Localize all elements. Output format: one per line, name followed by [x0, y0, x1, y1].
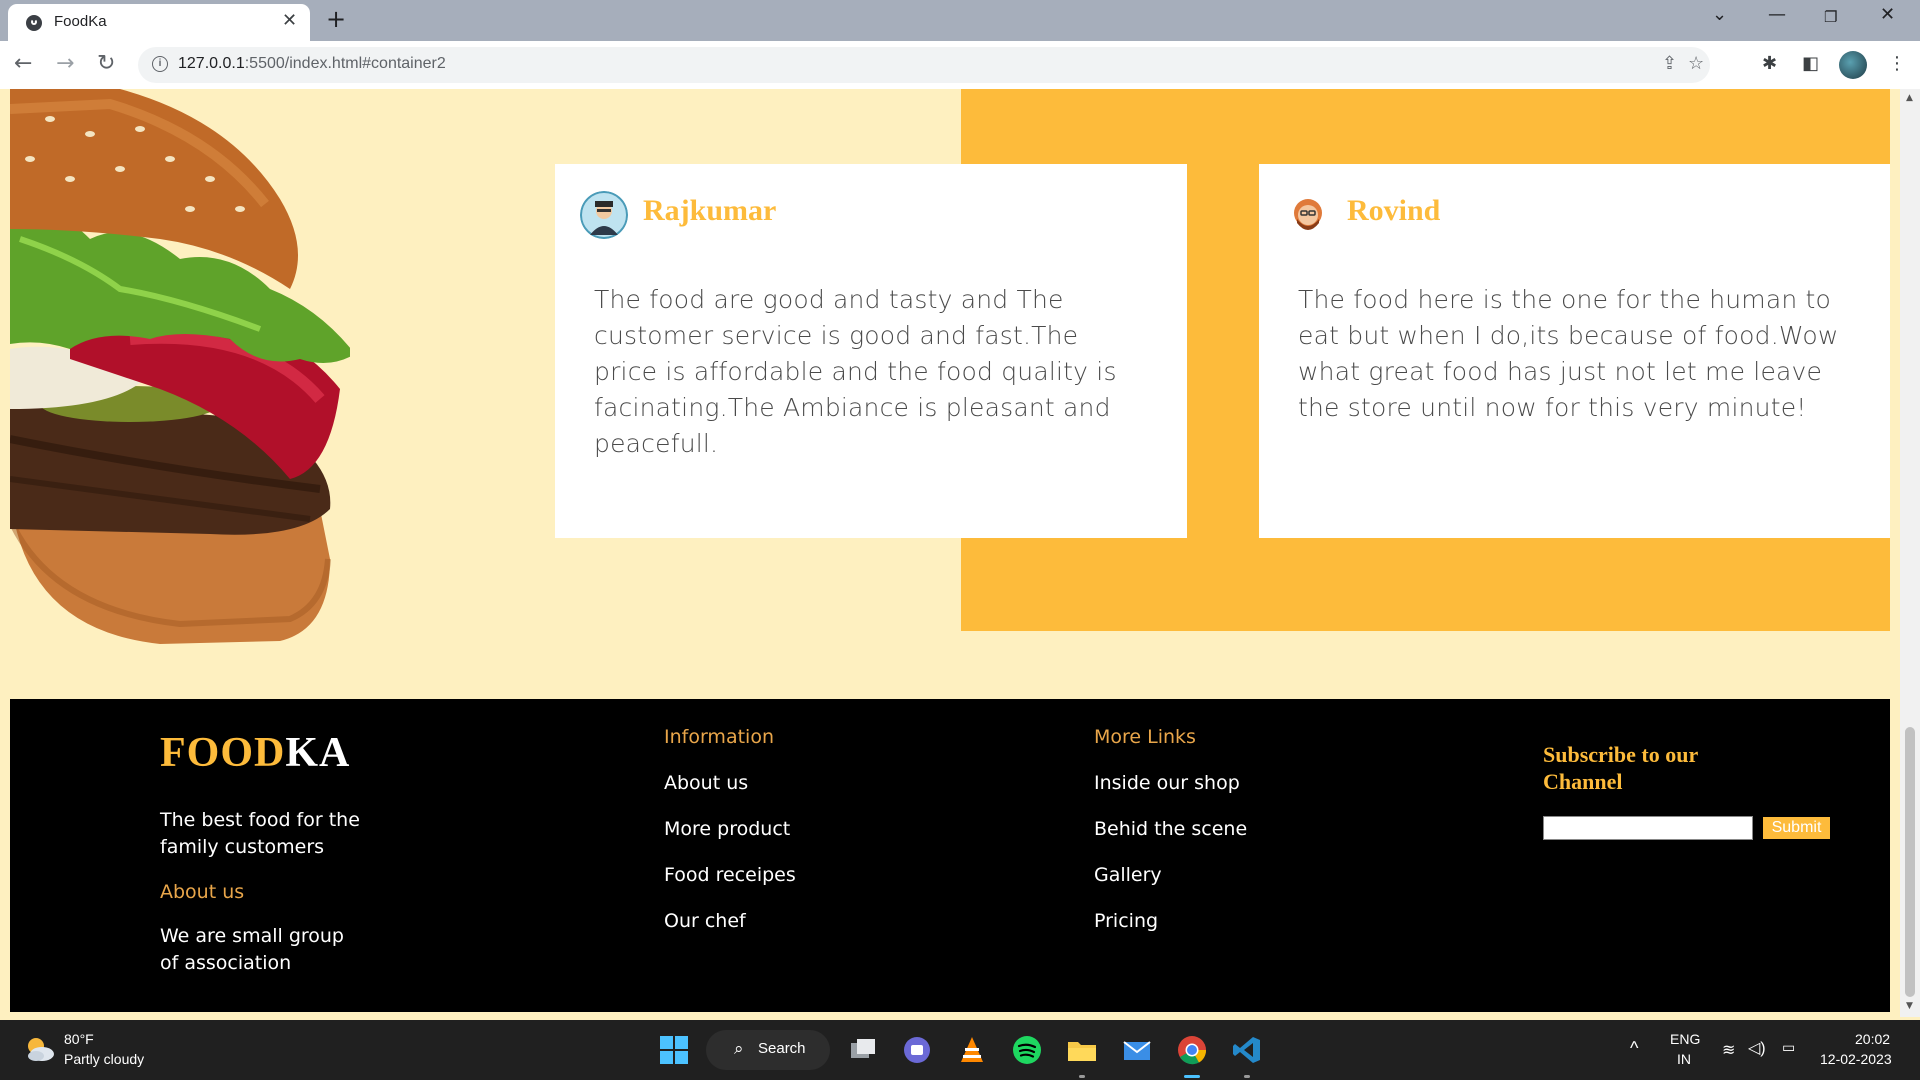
mail-icon[interactable] — [1121, 1034, 1153, 1066]
brand-part-food: FOOD — [160, 730, 286, 776]
task-view-icon[interactable] — [847, 1034, 879, 1066]
chrome-icon[interactable] — [1176, 1034, 1208, 1066]
review-text: The food here is the one for the human t… — [1298, 285, 1839, 422]
footer-link-gallery[interactable]: Gallery — [1094, 864, 1162, 886]
address-bar[interactable]: i 127.0.0.1:5500/index.html#container2 ⇪… — [138, 47, 1710, 83]
share-icon[interactable]: ⇪ — [1662, 53, 1677, 74]
language-code[interactable]: ENG — [1670, 1031, 1700, 1047]
scroll-thumb[interactable] — [1905, 727, 1915, 997]
restore-button[interactable]: ❐ — [1824, 8, 1837, 26]
extensions-puzzle-icon[interactable]: ✱ — [1762, 53, 1777, 74]
wifi-icon[interactable]: ≋ — [1722, 1040, 1735, 1060]
brand-part-ka: KA — [285, 730, 351, 776]
reload-icon[interactable]: ↻ — [97, 51, 115, 76]
back-arrow-icon[interactable]: ← — [14, 51, 32, 76]
file-explorer-icon[interactable] — [1066, 1034, 1098, 1066]
url-path: :5500/index.html#container2 — [244, 55, 446, 72]
footer-more-heading: More Links — [1094, 726, 1196, 748]
language-region[interactable]: IN — [1677, 1051, 1691, 1067]
close-tab-icon[interactable]: ✕ — [282, 10, 297, 31]
chrome-active-indicator — [1184, 1075, 1200, 1078]
subscribe-submit-button[interactable]: Submit — [1763, 817, 1830, 839]
avatar — [580, 191, 628, 239]
tab-title: FoodKa — [54, 13, 107, 30]
browser-toolbar: ← → ↻ i 127.0.0.1:5500/index.html#contai… — [0, 41, 1920, 90]
site-favicon-icon — [26, 15, 42, 31]
battery-icon[interactable]: ▭ — [1782, 1039, 1795, 1056]
vscode-running-indicator — [1244, 1075, 1250, 1078]
site-info-icon[interactable]: i — [152, 56, 168, 72]
new-tab-button[interactable]: + — [326, 5, 346, 33]
windows-start-icon[interactable] — [660, 1036, 688, 1064]
footer-link-our-chef[interactable]: Our chef — [664, 910, 746, 932]
weather-temperature[interactable]: 80°F — [64, 1031, 94, 1047]
clock-time[interactable]: 20:02 — [1855, 1031, 1890, 1047]
minimize-button[interactable]: — — [1768, 4, 1786, 25]
scroll-up-icon[interactable]: ▲ — [1906, 93, 1913, 103]
search-icon: ⌕ — [734, 1039, 744, 1059]
browser-tab-strip: FoodKa ✕ + ⌄ — ❐ ✕ — [0, 0, 1920, 41]
site-footer: FOODKA The best food for the family cust… — [10, 699, 1890, 1012]
footer-info-heading: Information — [664, 726, 774, 748]
burger-image — [10, 89, 350, 644]
review-text: The food are good and tasty and The cust… — [594, 285, 1117, 458]
page-scrollbar[interactable]: ▲ ▼ — [1900, 89, 1920, 1017]
subscribe-title: Subscribe to our Channel — [1543, 742, 1698, 794]
tray-overflow-chevron-icon[interactable]: ^ — [1630, 1038, 1638, 1059]
explorer-running-indicator — [1079, 1075, 1085, 1078]
footer-about-heading: About us — [160, 881, 245, 903]
bookmark-star-icon[interactable]: ☆ — [1688, 53, 1704, 74]
clock-date[interactable]: 12-02-2023 — [1820, 1051, 1892, 1067]
browser-tab[interactable]: FoodKa ✕ — [8, 4, 310, 41]
footer-link-pricing[interactable]: Pricing — [1094, 910, 1158, 932]
weather-partly-cloudy-icon[interactable] — [22, 1032, 56, 1066]
footer-tagline: The best food for the family customers — [160, 809, 360, 858]
footer-link-about-us[interactable]: About us — [664, 772, 748, 794]
close-window-button[interactable]: ✕ — [1880, 4, 1895, 25]
teams-chat-icon[interactable] — [901, 1034, 933, 1066]
spotify-icon[interactable] — [1011, 1034, 1043, 1066]
avatar — [1285, 192, 1331, 238]
reviewer-name: Rovind — [1347, 194, 1441, 227]
page-viewport: Rajkumar The food are good and tasty and… — [0, 89, 1900, 1017]
footer-link-inside-shop[interactable]: Inside our shop — [1094, 772, 1240, 794]
side-panel-icon[interactable]: ◧ — [1802, 53, 1819, 74]
scroll-down-icon[interactable]: ▼ — [1906, 1001, 1913, 1011]
subscribe-email-input[interactable] — [1543, 816, 1753, 840]
profile-avatar[interactable] — [1839, 51, 1867, 79]
forward-arrow-icon[interactable]: → — [56, 51, 74, 76]
footer-about-text: We are small group of association — [160, 925, 344, 974]
testimonial-card: Rajkumar The food are good and tasty and… — [555, 164, 1187, 538]
windows-taskbar: 80°F Partly cloudy ⌕ Search ^ ENG IN ≋ ◁… — [0, 1020, 1920, 1080]
taskbar-search[interactable]: ⌕ Search — [706, 1030, 830, 1070]
footer-link-more-product[interactable]: More product — [664, 818, 790, 840]
url-host: 127.0.0.1 — [178, 55, 245, 72]
testimonial-card: Rovind The food here is the one for the … — [1259, 164, 1890, 538]
search-label: Search — [758, 1040, 806, 1057]
tab-search-chevron-icon[interactable]: ⌄ — [1712, 4, 1727, 25]
url-text[interactable]: 127.0.0.1:5500/index.html#container2 — [178, 55, 446, 73]
footer-link-food-receipes[interactable]: Food receipes — [664, 864, 796, 886]
footer-brand-logo[interactable]: FOODKA — [160, 729, 350, 777]
reviewer-name: Rajkumar — [643, 194, 777, 227]
weather-condition[interactable]: Partly cloudy — [64, 1051, 144, 1067]
footer-link-behind-scene[interactable]: Behid the scene — [1094, 818, 1247, 840]
vlc-icon[interactable] — [956, 1034, 988, 1066]
browser-menu-icon[interactable]: ⋮ — [1888, 53, 1906, 74]
vscode-icon[interactable] — [1231, 1034, 1263, 1066]
volume-icon[interactable]: ◁) — [1748, 1038, 1766, 1058]
